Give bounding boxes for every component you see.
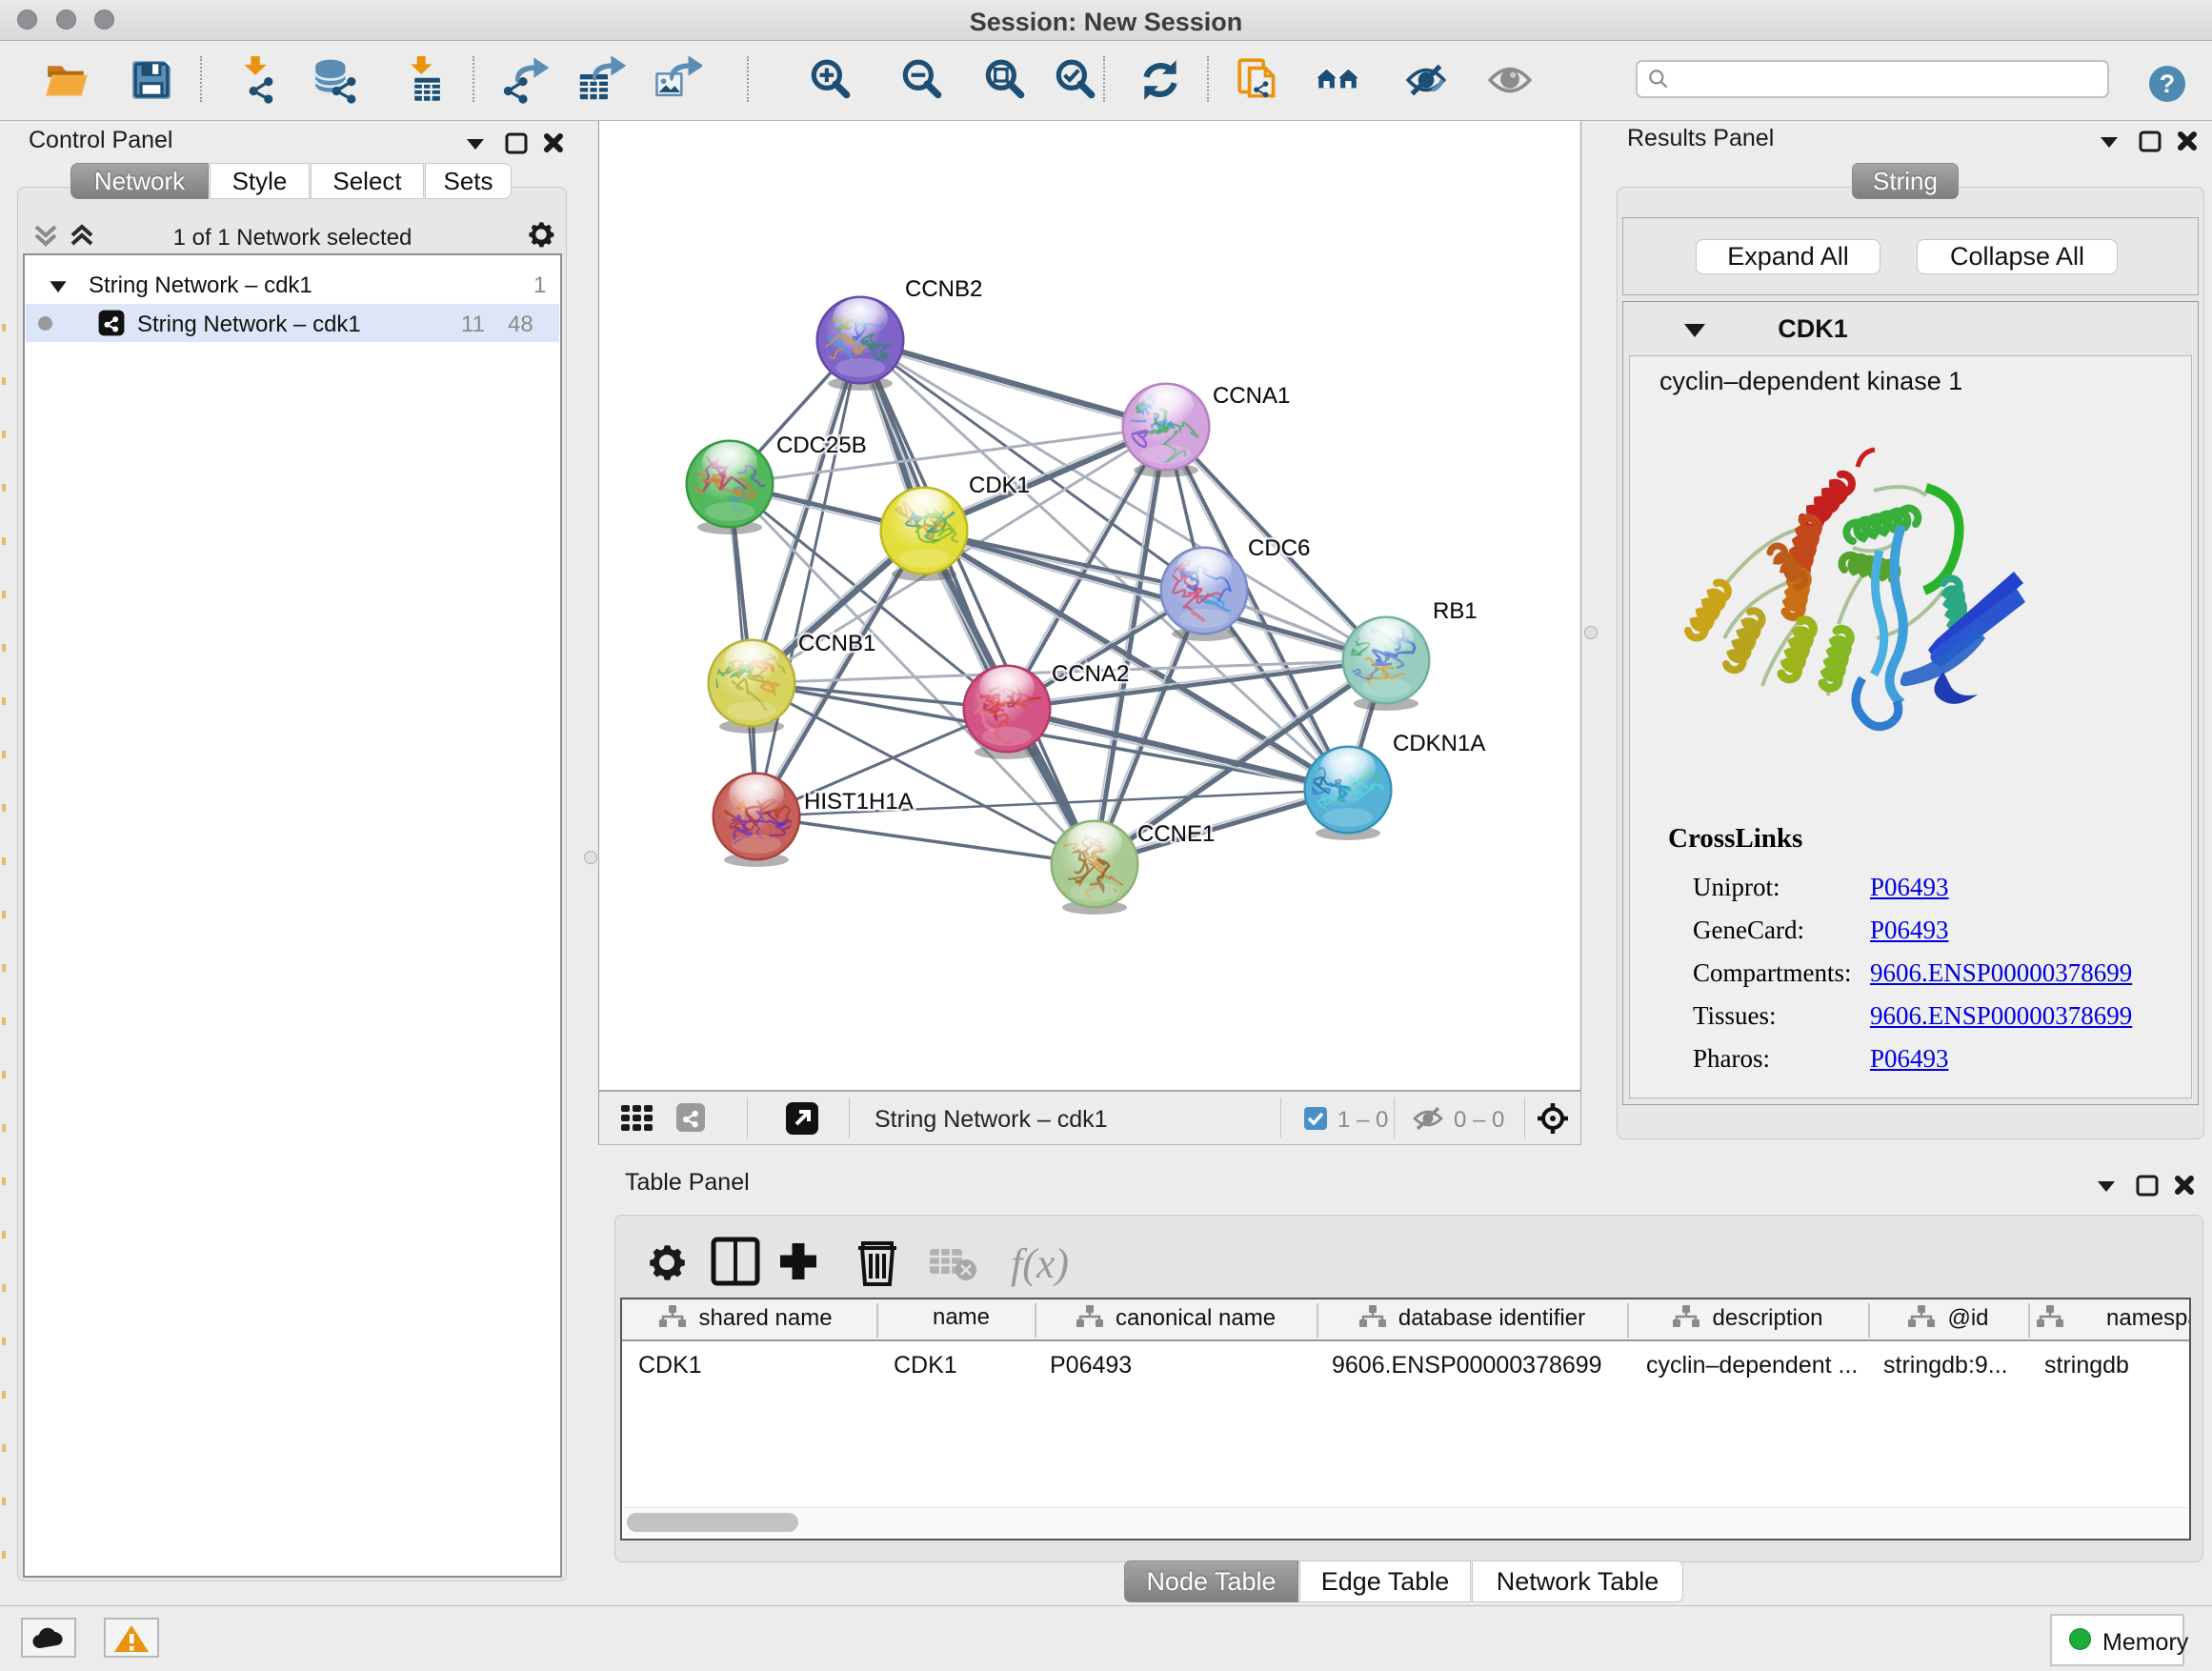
svg-text:RB1: RB1 bbox=[1433, 598, 1478, 624]
svg-text:CDK1: CDK1 bbox=[969, 473, 1030, 498]
svg-text:HIST1H1A: HIST1H1A bbox=[804, 789, 914, 815]
svg-text:CCNA2: CCNA2 bbox=[1052, 661, 1129, 687]
svg-text:f(x): f(x) bbox=[1011, 1240, 1069, 1287]
svg-text:CDKN1A: CDKN1A bbox=[1393, 731, 1485, 756]
svg-text:CCNB2: CCNB2 bbox=[905, 276, 982, 302]
svg-text:CCNB1: CCNB1 bbox=[798, 631, 875, 656]
svg-text:CCNE1: CCNE1 bbox=[1137, 821, 1215, 847]
svg-text:?: ? bbox=[2160, 70, 2176, 98]
svg-text:CCNA1: CCNA1 bbox=[1213, 383, 1290, 409]
svg-text:CDC25B: CDC25B bbox=[776, 433, 867, 458]
svg-text:CDC6: CDC6 bbox=[1248, 535, 1310, 561]
